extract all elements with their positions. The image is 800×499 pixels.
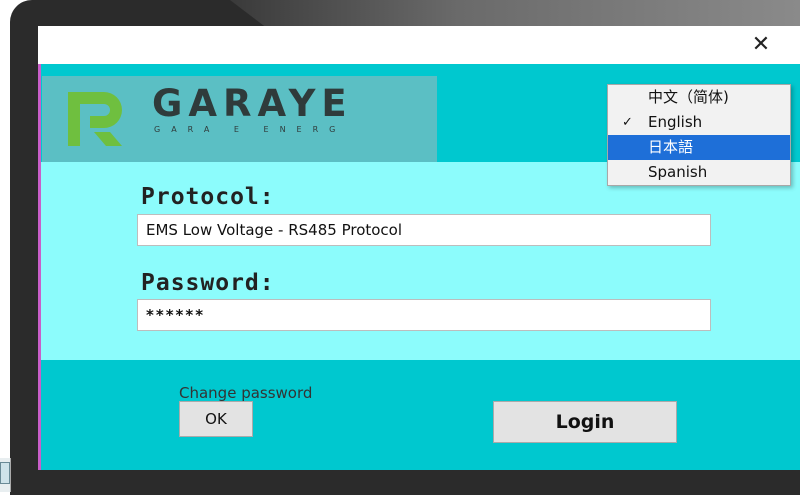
taskbar-app-icon[interactable] [0, 462, 10, 484]
language-item-label: 中文（简体) [648, 88, 729, 106]
logo-panel: GARAYE GARA E ENERG [42, 76, 437, 162]
brand-name: GARAYE [152, 82, 353, 125]
language-item-chinese[interactable]: 中文（简体) [608, 85, 790, 110]
action-panel: Change password OK Login [41, 360, 800, 470]
language-item-label: 日本語 [648, 138, 694, 156]
bezel-highlight [230, 0, 800, 26]
protocol-label: Protocol: [141, 184, 275, 210]
language-item-spanish[interactable]: Spanish [608, 160, 790, 185]
change-password-link[interactable]: Change password [179, 384, 312, 402]
garaye-logo-icon [68, 92, 122, 146]
page-bottom-edge [0, 495, 800, 499]
language-item-english[interactable]: ✓ English [608, 110, 790, 135]
login-button[interactable]: Login [493, 401, 677, 443]
ok-button[interactable]: OK [179, 401, 253, 437]
password-label: Password: [141, 270, 275, 296]
language-item-japanese[interactable]: 日本語 [608, 135, 790, 160]
close-icon[interactable]: ✕ [746, 30, 776, 60]
password-field[interactable]: ****** [137, 299, 711, 331]
language-menu: 中文（简体) ✓ English 日本語 Spanish [607, 84, 791, 186]
check-icon: ✓ [622, 115, 633, 130]
language-item-label: English [648, 113, 703, 131]
language-item-label: Spanish [648, 163, 708, 181]
protocol-field[interactable]: EMS Low Voltage - RS485 Protocol [137, 214, 711, 246]
login-form: Protocol: EMS Low Voltage - RS485 Protoc… [41, 162, 800, 360]
brand-subtitle: GARA E ENERG [154, 125, 347, 134]
title-bar: ✕ [38, 26, 800, 64]
